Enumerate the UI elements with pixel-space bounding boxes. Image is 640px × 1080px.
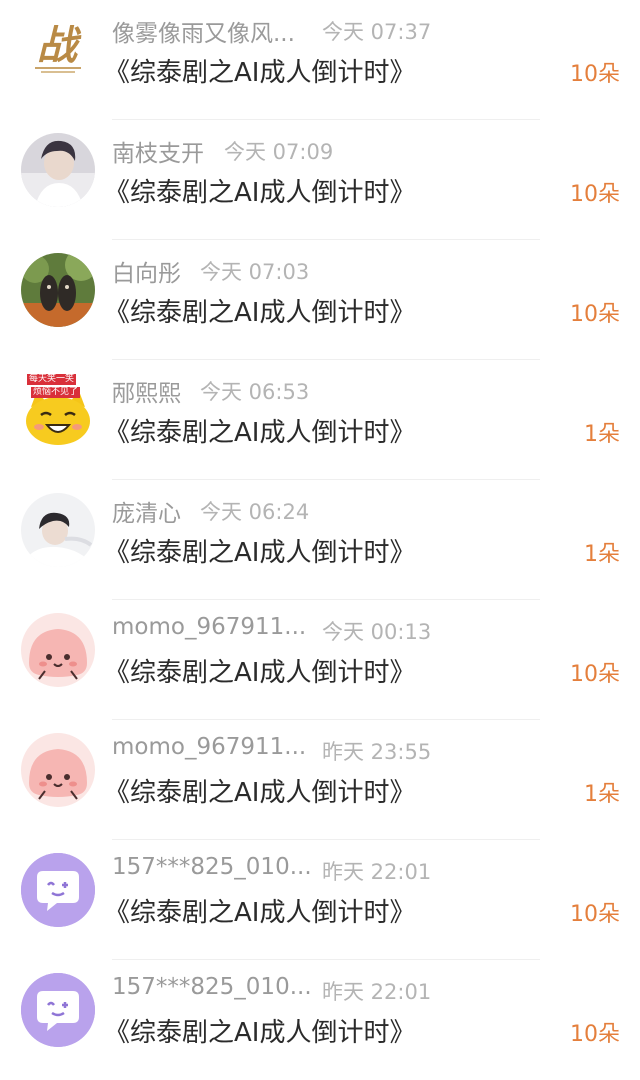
sent-time: 今天 06:53	[200, 380, 310, 404]
sender-name[interactable]: 157***825_010...	[112, 974, 312, 1000]
work-title[interactable]: 《综泰剧之AI成人倒计时》	[104, 52, 415, 89]
work-title[interactable]: 《综泰剧之AI成人倒计时》	[104, 1012, 415, 1049]
sender-name[interactable]: 像雾像雨又像风...	[112, 14, 295, 48]
svg-text:战: 战	[37, 22, 82, 69]
sender-name[interactable]: 邴熙熙	[112, 374, 181, 408]
pink-blob-avatar[interactable]	[21, 613, 95, 687]
list-item[interactable]: 157***825_010... 昨天 22:01 《综泰剧之AI成人倒计时》 …	[0, 960, 640, 1080]
work-title[interactable]: 《综泰剧之AI成人倒计时》	[104, 772, 415, 809]
flower-count: 1朵	[584, 422, 620, 447]
purple-chat-avatar[interactable]	[21, 853, 95, 927]
flower-count: 10朵	[570, 1022, 620, 1047]
avatar-caption-line: 烦恼不见了	[31, 387, 81, 398]
user-photo-icon	[21, 133, 95, 207]
list-item[interactable]: 庞清心 今天 06:24 《综泰剧之AI成人倒计时》 1朵	[0, 480, 640, 600]
list-item[interactable]: 每天笑一笑 烦恼不见了 邴熙熙 今天 06:53 《综泰剧之AI成人倒计时》 1…	[0, 360, 640, 480]
list-item[interactable]: 157***825_010... 昨天 22:01 《综泰剧之AI成人倒计时》 …	[0, 840, 640, 960]
flower-count: 10朵	[570, 182, 620, 207]
purple-chat-avatar[interactable]	[21, 973, 95, 1047]
list-item[interactable]: 南枝支开 今天 07:09 《综泰剧之AI成人倒计时》 10朵	[0, 120, 640, 240]
work-title[interactable]: 《综泰剧之AI成人倒计时》	[104, 412, 415, 449]
user-photo-avatar[interactable]	[21, 493, 95, 567]
flower-count: 10朵	[570, 62, 620, 87]
sender-name[interactable]: 白向彤	[112, 254, 181, 288]
chat-bubble-icon	[21, 853, 95, 927]
sender-name[interactable]: 庞清心	[112, 494, 181, 528]
work-title[interactable]: 《综泰剧之AI成人倒计时》	[104, 652, 415, 689]
sent-time: 昨天 23:55	[322, 740, 432, 764]
list-item[interactable]: momo_967911... 今天 00:13 《综泰剧之AI成人倒计时》 10…	[0, 600, 640, 720]
work-title[interactable]: 《综泰剧之AI成人倒计时》	[104, 892, 415, 929]
pink-blob-icon	[21, 613, 95, 687]
list-item[interactable]: 战 像雾像雨又像风... 今天 07:37 《综泰剧之AI成人倒计时》 10朵	[0, 0, 640, 120]
sent-time: 今天 06:24	[200, 500, 310, 524]
cartoon-cat-avatar[interactable]: 每天笑一笑 烦恼不见了	[21, 373, 95, 447]
list-item[interactable]: momo_967911... 昨天 23:55 《综泰剧之AI成人倒计时》 1朵	[0, 720, 640, 840]
sender-name[interactable]: momo_967911...	[112, 734, 306, 760]
sender-name[interactable]: 157***825_010...	[112, 854, 312, 880]
sent-time: 今天 07:37	[322, 20, 432, 44]
sent-time: 今天 07:09	[224, 140, 334, 164]
flower-count: 10朵	[570, 662, 620, 687]
user-photo-icon	[21, 493, 95, 567]
sent-time: 昨天 22:01	[322, 860, 432, 884]
zhan-logo-icon: 战	[21, 13, 95, 87]
sent-time: 今天 00:13	[322, 620, 432, 644]
flower-count: 1朵	[584, 782, 620, 807]
sender-name[interactable]: momo_967911...	[112, 614, 306, 640]
flower-count: 10朵	[570, 902, 620, 927]
pink-blob-avatar[interactable]	[21, 733, 95, 807]
work-title[interactable]: 《综泰剧之AI成人倒计时》	[104, 172, 415, 209]
avatar-caption-line: 每天笑一笑	[27, 374, 77, 385]
user-photo-avatar[interactable]	[21, 253, 95, 327]
flower-count: 1朵	[584, 542, 620, 567]
chat-bubble-icon	[21, 973, 95, 1047]
user-photo-avatar[interactable]	[21, 133, 95, 207]
pink-blob-icon	[21, 733, 95, 807]
work-title[interactable]: 《综泰剧之AI成人倒计时》	[104, 292, 415, 329]
flower-count: 10朵	[570, 302, 620, 327]
user-photo-icon	[21, 253, 95, 327]
sent-time: 昨天 22:01	[322, 980, 432, 1004]
list-item[interactable]: 白向彤 今天 07:03 《综泰剧之AI成人倒计时》 10朵	[0, 240, 640, 360]
work-title[interactable]: 《综泰剧之AI成人倒计时》	[104, 532, 415, 569]
sender-name[interactable]: 南枝支开	[112, 134, 204, 168]
sent-time: 今天 07:03	[200, 260, 310, 284]
zhan-logo-avatar[interactable]: 战	[21, 13, 95, 87]
